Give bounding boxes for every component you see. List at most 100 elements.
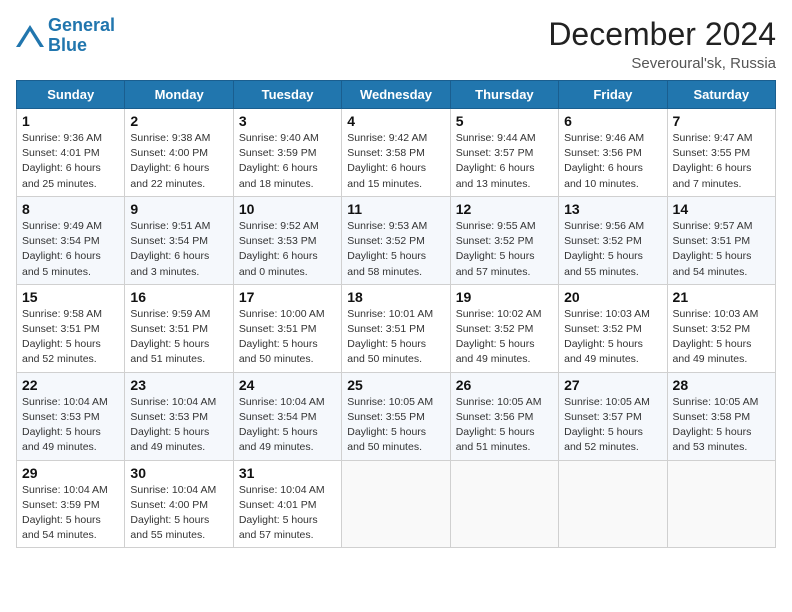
day-info: Sunrise: 9:58 AMSunset: 3:51 PMDaylight:…	[22, 307, 119, 368]
location: Severoural'sk, Russia	[548, 55, 776, 72]
calendar-cell: 11Sunrise: 9:53 AMSunset: 3:52 PMDayligh…	[342, 196, 450, 284]
day-number: 5	[456, 113, 553, 129]
day-info: Sunrise: 10:05 AMSunset: 3:58 PMDaylight…	[673, 395, 770, 456]
day-number: 19	[456, 289, 553, 305]
calendar-cell: 13 Sunrise: 9:56 AMSunset: 3:52 PMDayligh…	[559, 196, 667, 284]
calendar-cell: 16 Sunrise: 9:59 AMSunset: 3:51 PMDayligh…	[125, 284, 233, 372]
calendar-cell: 25 Sunrise: 10:05 AMSunset: 3:55 PMDaylig…	[342, 372, 450, 460]
day-info: Sunrise: 10:04 AMSunset: 4:01 PMDaylight…	[239, 483, 336, 544]
day-number: 13	[564, 201, 661, 217]
day-number: 15	[22, 289, 119, 305]
calendar-week-5: 29 Sunrise: 10:04 AMSunset: 3:59 PMDaylig…	[17, 460, 776, 548]
calendar-week-4: 22 Sunrise: 10:04 AMSunset: 3:53 PMDaylig…	[17, 372, 776, 460]
day-number: 21	[673, 289, 770, 305]
calendar-cell: 30Sunrise: 10:04 AMSunset: 4:00 PMDaylig…	[125, 460, 233, 548]
day-number: 22	[22, 377, 119, 393]
calendar-cell: 23 Sunrise: 10:04 AMSunset: 3:53 PMDaylig…	[125, 372, 233, 460]
calendar-table: SundayMondayTuesdayWednesdayThursdayFrid…	[16, 80, 776, 548]
day-info: Sunrise: 9:38 AMSunset: 4:00 PMDaylight:…	[130, 131, 227, 192]
title-block: December 2024 Severoural'sk, Russia	[548, 16, 776, 72]
day-info: Sunrise: 10:05 AMSunset: 3:55 PMDaylight…	[347, 395, 444, 456]
day-number: 29	[22, 465, 119, 481]
day-info: Sunrise: 9:55 AMSunset: 3:52 PMDaylight:…	[456, 219, 553, 280]
day-number: 9	[130, 201, 227, 217]
logo-text: General Blue	[48, 16, 115, 56]
day-number: 31	[239, 465, 336, 481]
day-info: Sunrise: 10:04 AMSunset: 3:53 PMDaylight…	[22, 395, 119, 456]
day-info: Sunrise: 9:47 AMSunset: 3:55 PMDaylight:…	[673, 131, 770, 192]
weekday-header-friday: Friday	[559, 81, 667, 109]
weekday-header-saturday: Saturday	[667, 81, 775, 109]
day-number: 2	[130, 113, 227, 129]
day-info: Sunrise: 9:57 AMSunset: 3:51 PMDaylight:…	[673, 219, 770, 280]
day-info: Sunrise: 10:04 AMSunset: 3:53 PMDaylight…	[130, 395, 227, 456]
day-number: 28	[673, 377, 770, 393]
day-number: 10	[239, 201, 336, 217]
day-info: Sunrise: 10:03 AMSunset: 3:52 PMDaylight…	[673, 307, 770, 368]
day-info: Sunrise: 10:04 AMSunset: 4:00 PMDaylight…	[130, 483, 227, 544]
day-info: Sunrise: 9:53 AMSunset: 3:52 PMDaylight:…	[347, 219, 444, 280]
calendar-week-1: 1Sunrise: 9:36 AMSunset: 4:01 PMDaylight…	[17, 109, 776, 197]
calendar-cell: 29 Sunrise: 10:04 AMSunset: 3:59 PMDaylig…	[17, 460, 125, 548]
day-number: 3	[239, 113, 336, 129]
day-number: 4	[347, 113, 444, 129]
calendar-week-3: 15 Sunrise: 9:58 AMSunset: 3:51 PMDayligh…	[17, 284, 776, 372]
weekday-header-wednesday: Wednesday	[342, 81, 450, 109]
day-info: Sunrise: 9:49 AMSunset: 3:54 PMDaylight:…	[22, 219, 119, 280]
day-number: 26	[456, 377, 553, 393]
calendar-cell: 28 Sunrise: 10:05 AMSunset: 3:58 PMDaylig…	[667, 372, 775, 460]
day-info: Sunrise: 9:51 AMSunset: 3:54 PMDaylight:…	[130, 219, 227, 280]
calendar-cell: 3 Sunrise: 9:40 AMSunset: 3:59 PMDaylight…	[233, 109, 341, 197]
calendar-cell: 7 Sunrise: 9:47 AMSunset: 3:55 PMDaylight…	[667, 109, 775, 197]
day-info: Sunrise: 10:05 AMSunset: 3:56 PMDaylight…	[456, 395, 553, 456]
calendar-cell: 8Sunrise: 9:49 AMSunset: 3:54 PMDaylight…	[17, 196, 125, 284]
day-number: 24	[239, 377, 336, 393]
calendar-cell: 5 Sunrise: 9:44 AMSunset: 3:57 PMDaylight…	[450, 109, 558, 197]
calendar-cell: 14Sunrise: 9:57 AMSunset: 3:51 PMDayligh…	[667, 196, 775, 284]
day-number: 16	[130, 289, 227, 305]
calendar-cell: 31 Sunrise: 10:04 AMSunset: 4:01 PMDaylig…	[233, 460, 341, 548]
calendar-cell: 9 Sunrise: 9:51 AMSunset: 3:54 PMDaylight…	[125, 196, 233, 284]
day-info: Sunrise: 10:03 AMSunset: 3:52 PMDaylight…	[564, 307, 661, 368]
calendar-cell: 20Sunrise: 10:03 AMSunset: 3:52 PMDaylig…	[559, 284, 667, 372]
calendar-cell: 24 Sunrise: 10:04 AMSunset: 3:54 PMDaylig…	[233, 372, 341, 460]
day-info: Sunrise: 10:04 AMSunset: 3:59 PMDaylight…	[22, 483, 119, 544]
month-title: December 2024	[548, 16, 776, 53]
day-info: Sunrise: 9:56 AMSunset: 3:52 PMDaylight:…	[564, 219, 661, 280]
calendar-cell: 17Sunrise: 10:00 AMSunset: 3:51 PMDaylig…	[233, 284, 341, 372]
calendar-cell: 6Sunrise: 9:46 AMSunset: 3:56 PMDaylight…	[559, 109, 667, 197]
day-number: 1	[22, 113, 119, 129]
calendar-cell: 18 Sunrise: 10:01 AMSunset: 3:51 PMDaylig…	[342, 284, 450, 372]
calendar-cell: 19Sunrise: 10:02 AMSunset: 3:52 PMDaylig…	[450, 284, 558, 372]
day-info: Sunrise: 10:05 AMSunset: 3:57 PMDaylight…	[564, 395, 661, 456]
calendar-cell	[450, 460, 558, 548]
day-number: 18	[347, 289, 444, 305]
calendar-cell: 10Sunrise: 9:52 AMSunset: 3:53 PMDayligh…	[233, 196, 341, 284]
calendar-cell: 2 Sunrise: 9:38 AMSunset: 4:00 PMDaylight…	[125, 109, 233, 197]
day-info: Sunrise: 10:04 AMSunset: 3:54 PMDaylight…	[239, 395, 336, 456]
day-number: 23	[130, 377, 227, 393]
calendar-cell: 21 Sunrise: 10:03 AMSunset: 3:52 PMDaylig…	[667, 284, 775, 372]
calendar-cell: 1Sunrise: 9:36 AMSunset: 4:01 PMDaylight…	[17, 109, 125, 197]
day-info: Sunrise: 9:42 AMSunset: 3:58 PMDaylight:…	[347, 131, 444, 192]
day-info: Sunrise: 9:59 AMSunset: 3:51 PMDaylight:…	[130, 307, 227, 368]
calendar-cell: 27Sunrise: 10:05 AMSunset: 3:57 PMDaylig…	[559, 372, 667, 460]
calendar-cell	[667, 460, 775, 548]
logo-icon	[16, 25, 44, 47]
day-info: Sunrise: 9:44 AMSunset: 3:57 PMDaylight:…	[456, 131, 553, 192]
day-number: 7	[673, 113, 770, 129]
weekday-header-sunday: Sunday	[17, 81, 125, 109]
weekday-header-thursday: Thursday	[450, 81, 558, 109]
day-number: 12	[456, 201, 553, 217]
day-info: Sunrise: 10:01 AMSunset: 3:51 PMDaylight…	[347, 307, 444, 368]
calendar-cell	[342, 460, 450, 548]
logo: General Blue	[16, 16, 115, 56]
day-number: 25	[347, 377, 444, 393]
day-info: Sunrise: 9:46 AMSunset: 3:56 PMDaylight:…	[564, 131, 661, 192]
weekday-header-tuesday: Tuesday	[233, 81, 341, 109]
calendar-body: 1Sunrise: 9:36 AMSunset: 4:01 PMDaylight…	[17, 109, 776, 548]
day-info: Sunrise: 9:40 AMSunset: 3:59 PMDaylight:…	[239, 131, 336, 192]
calendar-cell	[559, 460, 667, 548]
calendar-week-2: 8Sunrise: 9:49 AMSunset: 3:54 PMDaylight…	[17, 196, 776, 284]
weekday-header-monday: Monday	[125, 81, 233, 109]
